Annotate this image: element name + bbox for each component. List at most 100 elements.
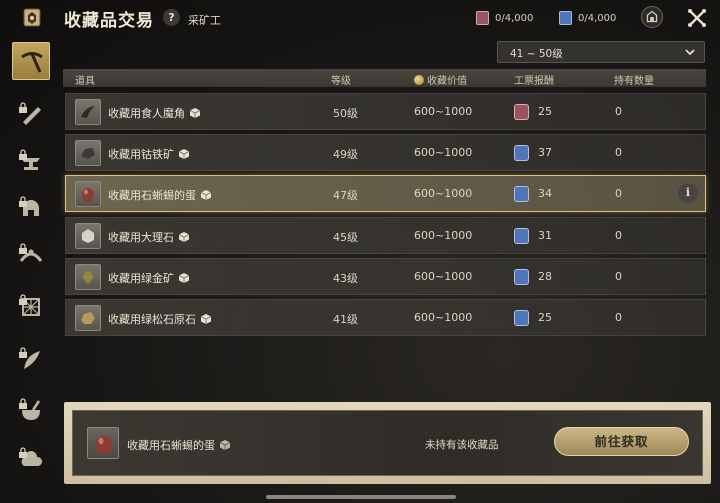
pickaxe-icon: [21, 52, 43, 73]
detail-item-name: 收藏用石蜥蜴的蛋: [127, 437, 231, 453]
item-collectability: 600~1000: [414, 187, 473, 200]
item-level: 50级: [333, 107, 358, 120]
detail-item-thumbnail: [87, 427, 119, 459]
table-row[interactable]: 收藏用绿金矿 43级 600~1000 28 0: [65, 258, 706, 295]
blue-scrip-icon: [514, 186, 529, 202]
blue-scrip-icon: [559, 11, 572, 25]
job-label: 采矿工: [188, 14, 221, 27]
help-button[interactable]: ?: [163, 9, 180, 26]
item-thumbnail: [75, 181, 101, 207]
lock-icon: [19, 294, 27, 305]
red-scrip-icon: [514, 104, 529, 120]
close-icon[interactable]: [686, 7, 708, 29]
item-reward: 25: [538, 105, 552, 118]
item-name: 收藏用大理石: [108, 229, 190, 245]
sidebar-item-miner[interactable]: [12, 42, 50, 80]
item-owned: 0: [615, 146, 622, 159]
item-collectability: 600~1000: [414, 229, 473, 242]
sidebar-item-alchemist[interactable]: [12, 341, 50, 379]
item-name: 收藏用石蜥蜴的蛋: [108, 187, 212, 203]
item-owned: 0: [615, 311, 622, 324]
crafting-log-icon[interactable]: [22, 6, 42, 28]
sidebar-item-armorer[interactable]: [12, 190, 50, 228]
item-level: 47级: [333, 189, 358, 202]
red-scrip-icon: [476, 11, 489, 25]
item-level: 41级: [333, 313, 358, 326]
table-row[interactable]: 收藏用绿松石原石 41级 600~1000 25 0: [65, 299, 706, 336]
raw-turquoise-icon: [81, 312, 95, 324]
table-row[interactable]: 收藏用石蜥蜴的蛋 47级 600~1000 34 0 i: [65, 175, 706, 212]
col-level: 等级: [331, 76, 351, 87]
red-scrip-counter: 0/4,000: [476, 9, 533, 27]
detail-status: 未持有该收藏品: [425, 439, 499, 451]
collectable-icon: [219, 440, 231, 450]
blue-scrip-count: 0/4,000: [578, 12, 617, 24]
blue-scrip-icon: [514, 145, 529, 161]
collectable-icon: [200, 314, 212, 324]
detail-panel: 收藏用石蜥蜴的蛋 未持有该收藏品 前往获取: [64, 402, 711, 484]
collectable-icon: [178, 273, 190, 283]
ogre-horn-icon: [81, 106, 95, 118]
item-collectability: 600~1000: [414, 270, 473, 283]
item-reward: 25: [538, 311, 552, 324]
collectable-icon: [178, 232, 190, 242]
item-owned: 0: [615, 229, 622, 242]
top-bar: 收藏品交易 ? 采矿工 0/4,000 0/4,000: [0, 0, 720, 36]
item-thumbnail: [75, 223, 101, 249]
sidebar-item-weaver[interactable]: [12, 288, 50, 326]
shop-icon: [646, 10, 658, 23]
lock-icon: [19, 196, 27, 207]
item-name: 收藏用钴铁矿: [108, 146, 190, 162]
lock-icon: [19, 243, 27, 254]
sidebar-item-fisher[interactable]: [12, 441, 50, 479]
col-value: 收藏价值: [414, 72, 467, 87]
item-thumbnail: [75, 305, 101, 331]
item-thumbnail: [75, 140, 101, 166]
level-range-dropdown[interactable]: 41 ~ 50级: [497, 41, 705, 63]
item-level: 45级: [333, 231, 358, 244]
home-indicator[interactable]: [266, 495, 456, 499]
job-sidebar: [0, 36, 58, 503]
info-button[interactable]: i: [678, 183, 698, 203]
lock-icon: [19, 347, 27, 358]
item-thumbnail: [75, 99, 101, 125]
table-row[interactable]: 收藏用食人魔角 50级 600~1000 25 0: [65, 93, 706, 130]
table-header: 道具 等级 收藏价值 工票报酬 持有数量: [63, 69, 706, 87]
sidebar-item-goldsmith[interactable]: [12, 237, 50, 275]
gil-icon: [414, 75, 424, 85]
item-reward: 37: [538, 146, 552, 159]
blue-scrip-counter: 0/4,000: [559, 9, 616, 27]
item-owned: 0: [615, 105, 622, 118]
cobalt-ore-icon: [81, 148, 95, 159]
detail-panel-inner: 收藏用石蜥蜴的蛋 未持有该收藏品 前往获取: [72, 410, 703, 476]
item-name: 收藏用绿松石原石: [108, 311, 212, 327]
table-row[interactable]: 收藏用大理石 45级 600~1000 31 0: [65, 217, 706, 254]
item-thumbnail: [75, 264, 101, 290]
level-range-value: 41 ~ 50级: [510, 48, 563, 60]
col-owned: 持有数量: [614, 76, 654, 87]
table-row[interactable]: 收藏用钴铁矿 49级 600~1000 37 0: [65, 134, 706, 171]
sidebar-item-blacksmith[interactable]: [12, 143, 50, 181]
lock-icon: [19, 398, 27, 409]
item-collectability: 600~1000: [414, 311, 473, 324]
scrip-exchange-button[interactable]: [641, 6, 663, 28]
item-owned: 0: [615, 270, 622, 283]
item-owned: 0: [615, 187, 622, 200]
col-item: 道具: [75, 76, 95, 87]
item-collectability: 600~1000: [414, 105, 473, 118]
collectable-icon: [189, 108, 201, 118]
item-name: 收藏用食人魔角: [108, 105, 201, 121]
item-name: 收藏用绿金矿: [108, 270, 190, 286]
item-reward: 34: [538, 187, 552, 200]
blue-scrip-icon: [514, 269, 529, 285]
lock-icon: [19, 149, 27, 160]
sidebar-item-culinarian[interactable]: [12, 392, 50, 430]
blue-scrip-icon: [514, 310, 529, 326]
chevron-down-icon: [685, 49, 695, 56]
item-level: 43级: [333, 272, 358, 285]
go-acquire-button[interactable]: 前往获取: [554, 427, 689, 456]
lock-icon: [19, 102, 27, 113]
sidebar-item-botanist[interactable]: [12, 96, 50, 134]
blue-scrip-icon: [514, 228, 529, 244]
page-title: 收藏品交易: [64, 11, 154, 31]
